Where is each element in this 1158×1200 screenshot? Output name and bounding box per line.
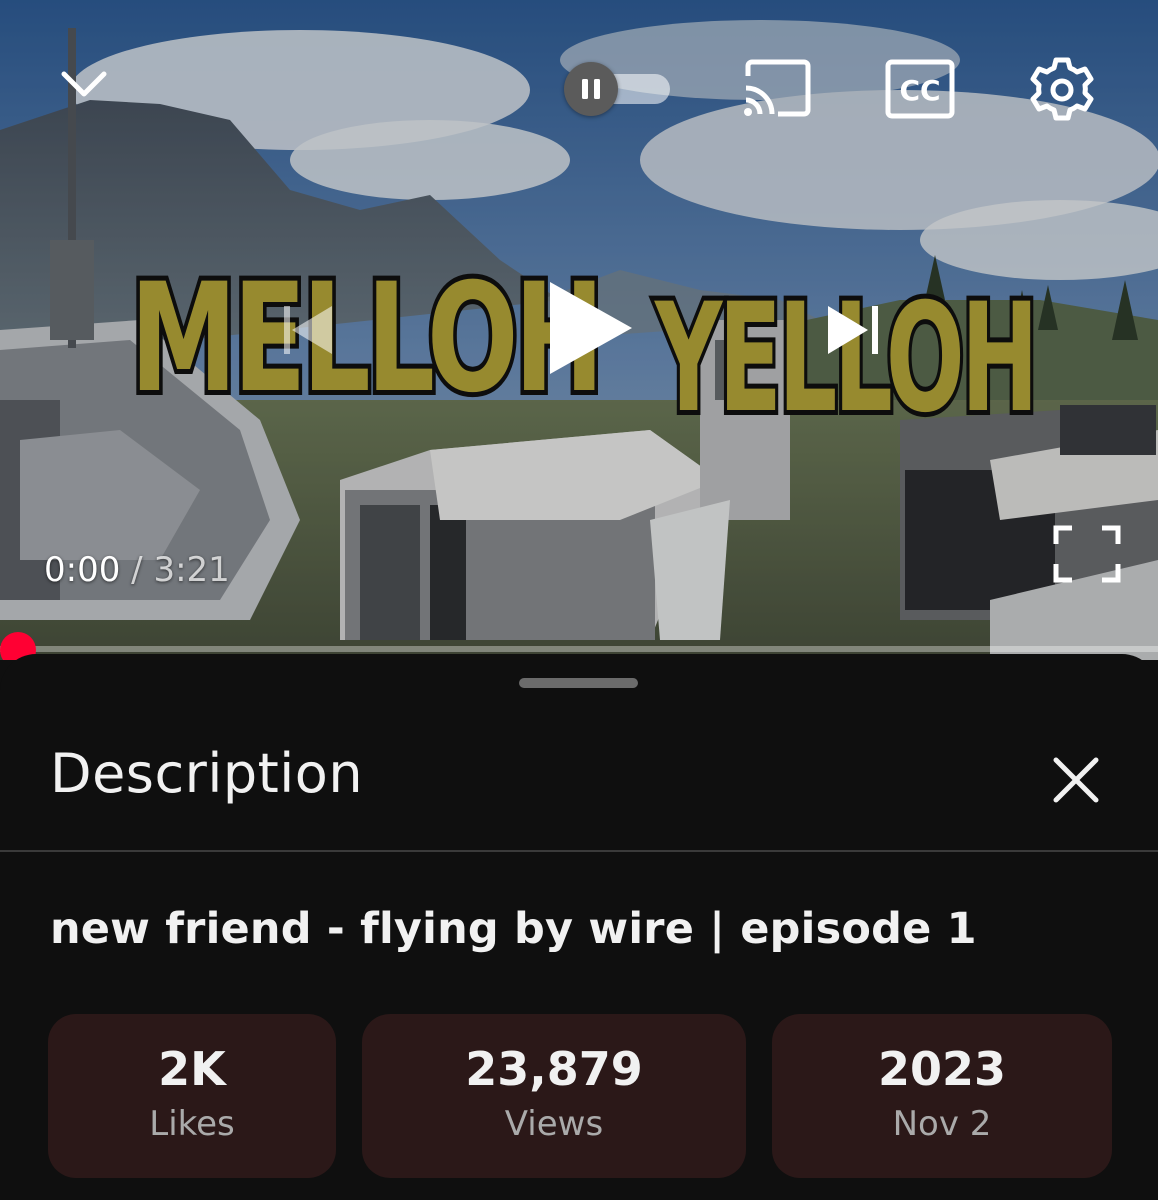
- app-root: MELLOH YELLOH CC 0:00 / 3:21 Description…: [0, 0, 1158, 1200]
- close-icon: [1053, 757, 1099, 803]
- time-display: 0:00 / 3:21: [44, 550, 230, 590]
- autoplay-knob: [564, 62, 618, 116]
- cast-icon: [744, 59, 811, 117]
- likes-label: Likes: [149, 1104, 235, 1144]
- previous-button[interactable]: [270, 290, 350, 370]
- drag-handle[interactable]: [519, 678, 638, 688]
- autoplay-toggle[interactable]: [562, 62, 672, 116]
- cc-icon: CC: [885, 59, 955, 119]
- fullscreen-button[interactable]: [1052, 524, 1122, 584]
- captions-button[interactable]: CC: [884, 58, 956, 120]
- close-button[interactable]: [1046, 750, 1106, 810]
- play-icon: [550, 282, 632, 374]
- settings-button[interactable]: [1028, 56, 1096, 124]
- description-sheet: Description new friend - flying by wire …: [0, 654, 1158, 1200]
- views-stat: 23,879 Views: [362, 1014, 746, 1178]
- chevron-down-icon: [61, 71, 107, 97]
- date-year: 2023: [877, 1042, 1007, 1096]
- next-button[interactable]: [818, 290, 898, 370]
- gear-icon: [1030, 57, 1094, 121]
- pause-icon: [582, 79, 600, 99]
- time-separator: /: [120, 550, 154, 590]
- play-button[interactable]: [540, 278, 640, 378]
- previous-icon: [284, 306, 332, 354]
- svg-text:CC: CC: [899, 74, 940, 107]
- video-title: new friend - flying by wire | episode 1: [50, 904, 977, 954]
- duration: 3:21: [153, 550, 230, 590]
- video-player[interactable]: MELLOH YELLOH CC 0:00 / 3:21: [0, 0, 1158, 660]
- date-stat: 2023 Nov 2: [772, 1014, 1112, 1178]
- progress-bar[interactable]: [0, 646, 1158, 652]
- next-icon: [828, 306, 878, 354]
- fullscreen-icon: [1053, 525, 1121, 583]
- current-time: 0:00: [44, 550, 121, 590]
- date-day: Nov 2: [892, 1104, 992, 1144]
- likes-value: 2K: [158, 1042, 226, 1096]
- views-label: Views: [504, 1104, 604, 1144]
- sheet-title: Description: [50, 742, 364, 805]
- cast-button[interactable]: [742, 58, 814, 120]
- divider: [0, 850, 1158, 852]
- views-value: 23,879: [465, 1042, 643, 1096]
- likes-stat: 2K Likes: [48, 1014, 336, 1178]
- minimize-button[interactable]: [56, 56, 112, 112]
